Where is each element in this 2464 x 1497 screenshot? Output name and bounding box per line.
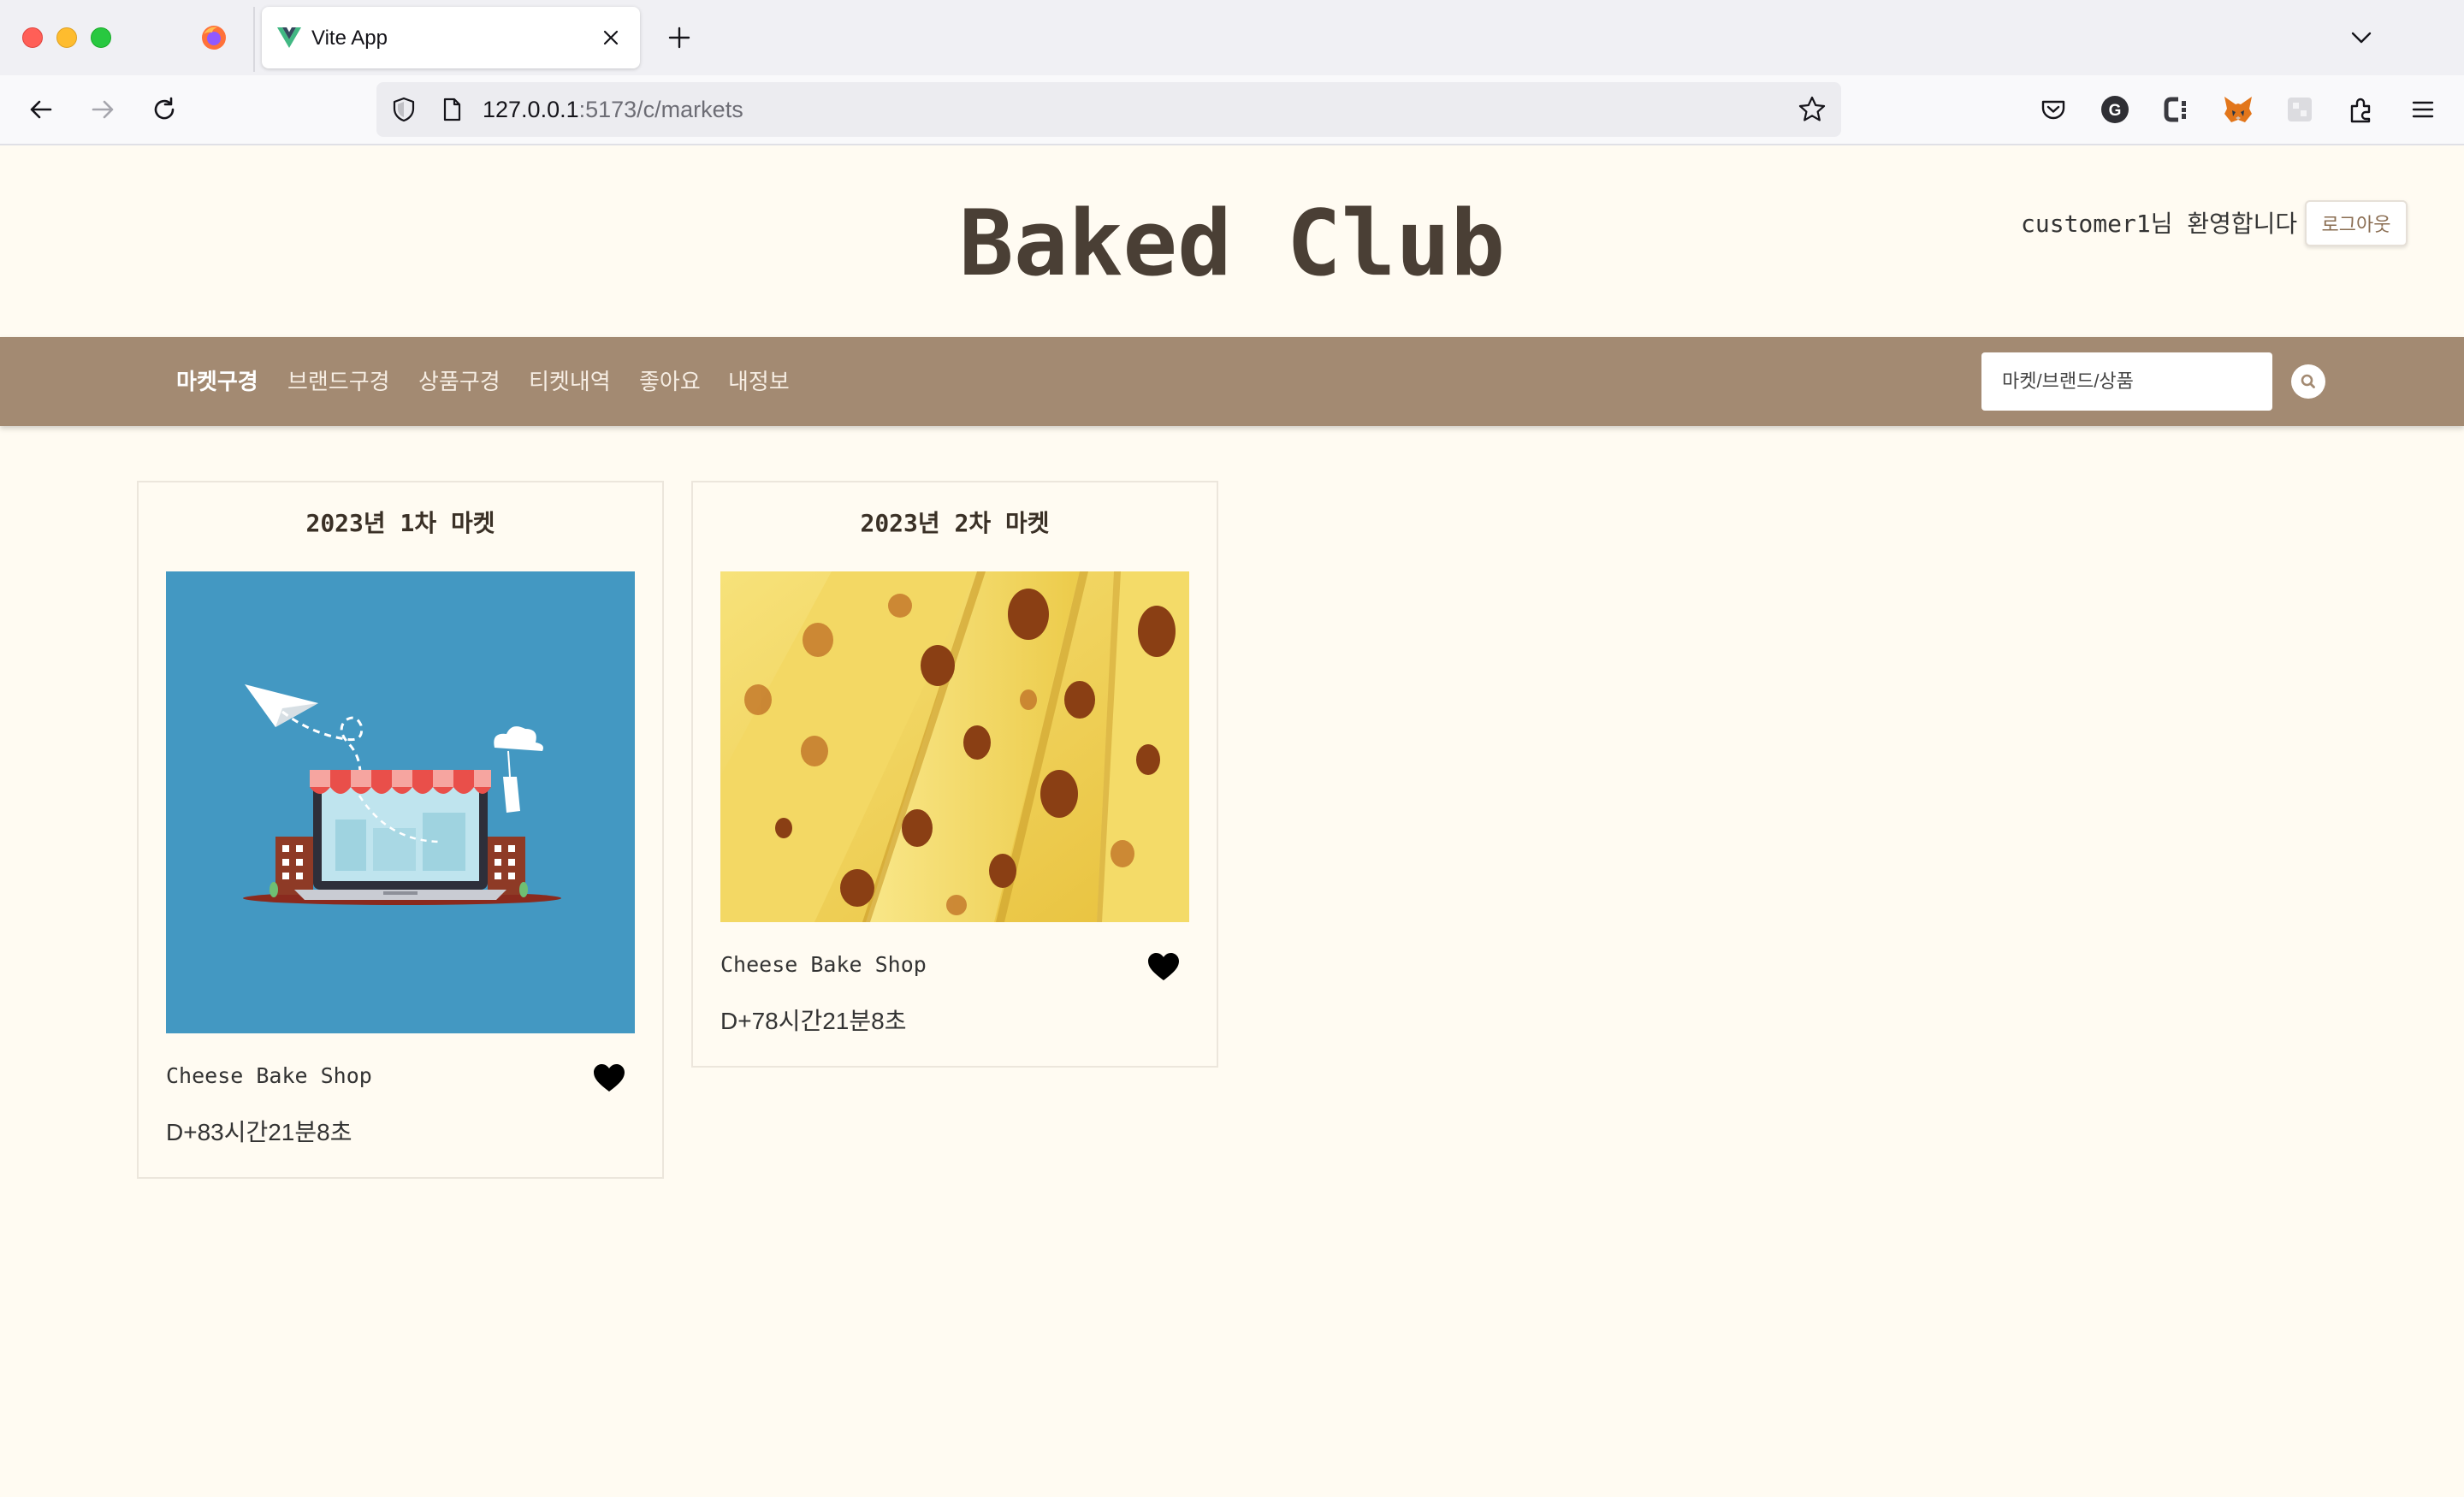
reload-button[interactable] bbox=[145, 91, 183, 128]
extension-placeholder-button[interactable] bbox=[2283, 92, 2317, 127]
grammarly-icon: G bbox=[2101, 96, 2129, 123]
puzzle-placeholder-icon bbox=[2288, 98, 2312, 121]
shield-icon[interactable] bbox=[390, 96, 418, 123]
tab-close-icon[interactable] bbox=[595, 22, 626, 53]
welcome-message: customer1님 환영합니다 bbox=[2021, 210, 2298, 238]
url-text[interactable]: 127.0.0.1:5173/c/markets bbox=[483, 96, 743, 123]
firefox-view-icon[interactable] bbox=[200, 24, 228, 51]
extensions-button[interactable] bbox=[2344, 92, 2378, 127]
browser-tab-active[interactable]: Vite App bbox=[262, 7, 640, 68]
vue-logo-icon bbox=[277, 27, 301, 48]
browser-tab-bar: Vite App bbox=[0, 0, 2464, 75]
site-title[interactable]: Baked Club bbox=[0, 188, 2464, 299]
metamask-fox-icon bbox=[2224, 97, 2252, 122]
url-bar[interactable]: 127.0.0.1:5173/c/markets bbox=[376, 82, 1841, 137]
code-extension-icon bbox=[2164, 97, 2186, 122]
hamburger-menu-icon bbox=[2412, 101, 2434, 118]
tab-title: Vite App bbox=[311, 27, 388, 50]
nav-item-my-info[interactable]: 내정보 bbox=[728, 363, 790, 400]
list-all-tabs-icon[interactable] bbox=[2344, 22, 2378, 53]
window-zoom-button[interactable] bbox=[91, 27, 111, 48]
market-card[interactable]: 2023년 1차 마켓 Cheese Bake Shop D+83시간21분8초 bbox=[137, 481, 664, 1179]
page-info-icon[interactable] bbox=[438, 96, 465, 123]
pocket-icon bbox=[2041, 100, 2065, 120]
heart-icon[interactable] bbox=[592, 1062, 626, 1093]
main-navbar: 마켓구경 브랜드구경 상품구경 티켓내역 좋아요 내정보 bbox=[0, 337, 2464, 426]
market-shop-name[interactable]: Cheese Bake Shop bbox=[720, 951, 927, 979]
forward-button[interactable] bbox=[84, 91, 121, 128]
code-extension-button[interactable] bbox=[2159, 92, 2194, 127]
metamask-extension-button[interactable] bbox=[2221, 92, 2255, 127]
nav-item-brands[interactable]: 브랜드구경 bbox=[287, 363, 390, 400]
nav-item-products[interactable]: 상품구경 bbox=[418, 363, 500, 400]
heart-icon[interactable] bbox=[1146, 951, 1181, 982]
bookmark-star-icon[interactable] bbox=[1797, 94, 1827, 125]
nav-item-tickets[interactable]: 티켓내역 bbox=[529, 363, 611, 400]
window-close-button[interactable] bbox=[22, 27, 43, 48]
search-input[interactable] bbox=[1981, 352, 2272, 411]
search-button[interactable] bbox=[2291, 364, 2325, 399]
back-arrow-icon bbox=[30, 100, 52, 119]
pocket-button[interactable] bbox=[2036, 92, 2070, 127]
back-button[interactable] bbox=[22, 91, 60, 128]
market-countdown: D+83시간21분8초 bbox=[166, 1119, 352, 1145]
market-countdown: D+78시간21분8초 bbox=[720, 1008, 907, 1034]
reload-icon bbox=[154, 97, 175, 120]
url-path: :5173/c/markets bbox=[578, 97, 743, 122]
tab-divider bbox=[253, 7, 255, 72]
svg-text:G: G bbox=[2109, 102, 2122, 120]
cheese-photo-image bbox=[720, 571, 1189, 922]
market-title[interactable]: 2023년 1차 마켓 bbox=[139, 508, 662, 539]
market-title[interactable]: 2023년 2차 마켓 bbox=[693, 508, 1217, 539]
market-card[interactable]: 2023년 2차 마켓 Cheese Bake Shop D+78시간21분8초 bbox=[691, 481, 1218, 1068]
market-image[interactable] bbox=[166, 571, 635, 1033]
grammarly-extension-button[interactable]: G bbox=[2098, 92, 2132, 127]
url-host: 127.0.0.1 bbox=[483, 97, 579, 122]
nav-item-markets[interactable]: 마켓구경 bbox=[176, 363, 258, 400]
logout-button[interactable]: 로그아웃 bbox=[2305, 200, 2408, 246]
app-menu-button[interactable] bbox=[2406, 92, 2440, 127]
market-shop-name[interactable]: Cheese Bake Shop bbox=[166, 1062, 372, 1090]
search-icon bbox=[2301, 374, 2315, 388]
window-minimize-button[interactable] bbox=[56, 27, 77, 48]
extensions-puzzle-icon bbox=[2350, 98, 2371, 123]
browser-toolbar: 127.0.0.1:5173/c/markets G bbox=[0, 75, 2464, 145]
market-illustration-image bbox=[243, 684, 561, 905]
market-image[interactable] bbox=[720, 571, 1189, 922]
new-tab-icon[interactable] bbox=[662, 21, 696, 55]
forward-arrow-icon bbox=[92, 100, 114, 119]
nav-item-likes[interactable]: 좋아요 bbox=[639, 363, 701, 400]
